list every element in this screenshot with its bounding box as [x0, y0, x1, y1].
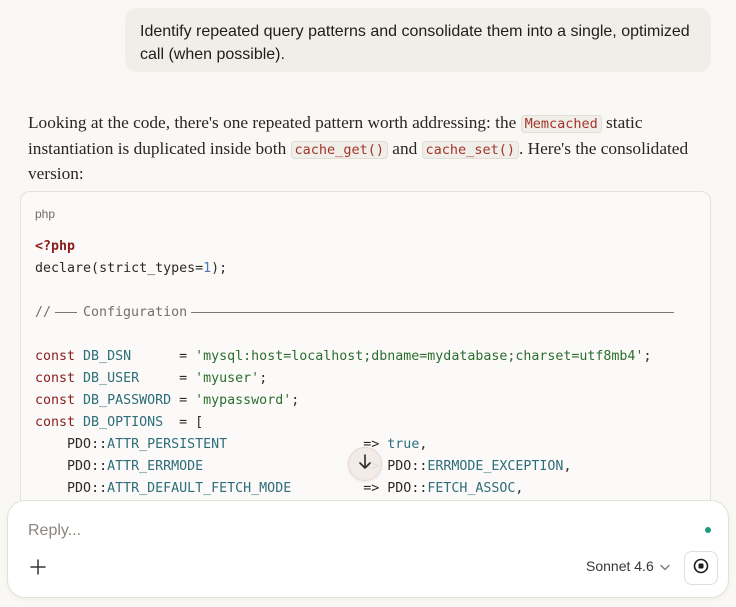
option-class: PDO	[67, 481, 92, 496]
comment-prefix: //	[35, 305, 52, 320]
chevron-down-icon	[660, 558, 670, 574]
status-dot	[705, 527, 711, 533]
assistant-text-part-3: and	[387, 138, 422, 158]
const-name: DB_USER	[83, 371, 172, 386]
reply-composer: Sonnet 4.6	[7, 500, 729, 598]
inline-code-memcached: Memcached	[520, 115, 602, 133]
code-line-const: const DB_USER = 'myuser';	[35, 371, 268, 386]
code-line-option: PDO::ATTR_ERRMODE => PDO::ERRMODE_EXCEPT…	[67, 459, 572, 474]
option-value: FETCH_ASSOC	[427, 481, 516, 496]
code-line-const: const DB_PASSWORD = 'mypassword';	[35, 393, 300, 408]
const-name: DB_PASSWORD	[83, 393, 172, 408]
code-line-comment: // Configuration	[35, 305, 675, 320]
option-key: ATTR_ERRMODE	[107, 459, 204, 474]
model-selector[interactable]: Sonnet 4.6	[586, 558, 670, 574]
assistant-message: Looking at the code, there's one repeate…	[28, 111, 708, 186]
arrow-down-icon	[358, 453, 372, 475]
code-line-const: const DB_DSN = 'mysql:host=localhost;dbn…	[35, 349, 652, 364]
option-value-class: PDO	[387, 459, 412, 474]
const-name: DB_OPTIONS	[83, 415, 172, 430]
const-keyword: const	[35, 349, 76, 364]
const-value: 'mysql:host=localhost;dbname=mydatabase;…	[195, 349, 644, 364]
declare-value: 1	[203, 261, 212, 276]
php-open-tag: <?php	[35, 239, 76, 254]
stop-icon	[693, 558, 709, 579]
option-value: true	[387, 437, 420, 452]
assistant-text-part-1: Looking at the code, there's one repeate…	[28, 113, 521, 132]
add-attachment-button[interactable]	[24, 555, 52, 583]
reply-input[interactable]	[26, 521, 670, 541]
option-value: ERRMODE_EXCEPTION	[427, 459, 564, 474]
comment-label: Configuration	[83, 305, 188, 320]
const-value: 'myuser'	[195, 371, 260, 386]
code-line-declare: declare(strict_types=1);	[35, 261, 228, 276]
const-keyword: const	[35, 371, 76, 386]
const-keyword: const	[35, 415, 76, 430]
plus-icon	[30, 558, 46, 580]
code-line-open-tag: <?php	[35, 239, 75, 254]
inline-code-cache-get: cache_get()	[290, 140, 388, 159]
scroll-to-bottom-button[interactable]	[348, 447, 382, 481]
option-class: PDO	[67, 459, 92, 474]
user-message-text: Identify repeated query patterns and con…	[140, 23, 690, 63]
declare-fn: declare	[35, 261, 92, 276]
comment-dash	[55, 311, 78, 313]
const-name: DB_DSN	[83, 349, 172, 364]
option-key: ATTR_PERSISTENT	[107, 437, 228, 452]
code-line-option: PDO::ATTR_DEFAULT_FETCH_MODE => PDO::FET…	[67, 481, 524, 496]
option-key: ATTR_DEFAULT_FETCH_MODE	[107, 481, 292, 496]
inline-code-cache-set: cache_set()	[421, 140, 519, 159]
const-keyword: const	[35, 393, 76, 408]
user-message-bubble: Identify repeated query patterns and con…	[125, 8, 711, 72]
code-language-label: php	[35, 207, 56, 221]
stop-button[interactable]	[684, 551, 718, 585]
code-line-const: const DB_OPTIONS = [	[35, 415, 204, 430]
option-value-class: PDO	[387, 481, 412, 496]
option-arrow: =>	[363, 481, 380, 496]
option-class: PDO	[67, 437, 92, 452]
comment-rule	[191, 311, 675, 313]
model-label: Sonnet 4.6	[586, 558, 654, 574]
declare-arg: strict_types	[99, 261, 196, 276]
const-value: 'mypassword'	[195, 393, 292, 408]
